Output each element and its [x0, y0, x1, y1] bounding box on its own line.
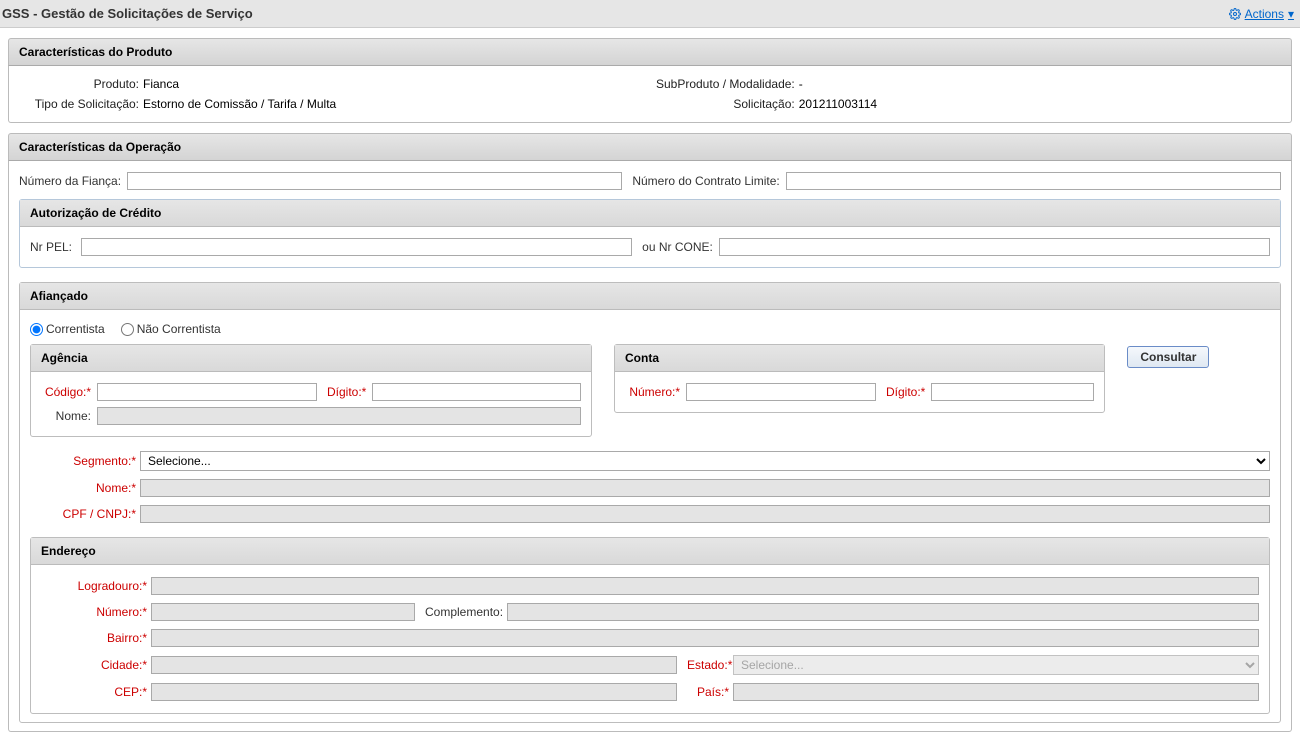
logradouro-label: Logradouro:* — [41, 579, 147, 593]
estado-label: Estado:* — [681, 658, 729, 672]
section-produto-body: Produto: Fianca Tipo de Solicitação: Est… — [8, 66, 1292, 123]
panel-agencia: Agência Código:* Dígito:* Nome: — [30, 344, 592, 437]
produto-label: Produto: — [19, 77, 139, 91]
conta-digito-input[interactable] — [931, 383, 1094, 401]
cep-input — [151, 683, 677, 701]
tipo-label: Tipo de Solicitação: — [19, 97, 139, 111]
segmento-label: Segmento:* — [30, 454, 136, 468]
nrcone-input[interactable] — [719, 238, 1270, 256]
ag-nome-label: Nome: — [41, 409, 91, 423]
subproduto-value: - — [799, 77, 803, 91]
panel-endereco: Endereço Logradouro:* Número:* Complemen… — [30, 537, 1270, 714]
nrpel-input[interactable] — [81, 238, 632, 256]
bairro-input — [151, 629, 1259, 647]
complemento-label: Complemento: — [419, 605, 503, 619]
complemento-input — [507, 603, 1259, 621]
conta-numero-input[interactable] — [686, 383, 876, 401]
end-numero-label: Número:* — [41, 605, 147, 619]
cep-label: CEP:* — [41, 685, 147, 699]
pais-label: País:* — [681, 685, 729, 699]
panel-credito: Autorização de Crédito Nr PEL: ou Nr CON… — [19, 199, 1281, 268]
conta-numero-label: Número:* — [625, 385, 680, 399]
cidade-label: Cidade:* — [41, 658, 147, 672]
panel-conta-header: Conta — [615, 345, 1104, 372]
afian-nome-label: Nome:* — [30, 481, 136, 495]
logradouro-input — [151, 577, 1259, 595]
cpf-input — [140, 505, 1270, 523]
ag-digito-input[interactable] — [372, 383, 581, 401]
subproduto-label: SubProduto / Modalidade: — [625, 77, 795, 91]
num-contrato-label: Número do Contrato Limite: — [632, 174, 779, 188]
panel-conta: Conta Número:* Dígito:* — [614, 344, 1105, 413]
radio-nao-input[interactable] — [121, 323, 134, 336]
section-operacao-header: Características da Operação — [8, 133, 1292, 161]
cpf-label: CPF / CNPJ:* — [30, 507, 136, 521]
correntista-radio-group: Correntista Não Correntista — [30, 318, 221, 344]
gear-icon — [1229, 8, 1241, 20]
produto-value: Fianca — [143, 77, 179, 91]
ag-codigo-label: Código:* — [41, 385, 91, 399]
page-header: GSS - Gestão de Solicitações de Serviço … — [0, 0, 1300, 28]
radio-correntista[interactable]: Correntista — [30, 322, 105, 336]
ag-nome-input — [97, 407, 581, 425]
nrpel-label: Nr PEL: — [30, 240, 75, 254]
chevron-down-icon: ▾ — [1288, 7, 1294, 21]
radio-nao-correntista[interactable]: Não Correntista — [121, 322, 221, 336]
tipo-value: Estorno de Comissão / Tarifa / Multa — [143, 97, 336, 111]
num-fianca-input[interactable] — [127, 172, 622, 190]
radio-correntista-input[interactable] — [30, 323, 43, 336]
estado-select: Selecione... — [733, 655, 1259, 675]
pais-input — [733, 683, 1259, 701]
num-fianca-label: Número da Fiança: — [19, 174, 121, 188]
section-operacao-body: Número da Fiança: Número do Contrato Lim… — [8, 161, 1292, 732]
num-contrato-input[interactable] — [786, 172, 1281, 190]
section-produto-header: Características do Produto — [8, 38, 1292, 66]
panel-afian-header: Afiançado — [20, 283, 1280, 310]
solicitacao-label: Solicitação: — [625, 97, 795, 111]
segmento-select[interactable]: Selecione... — [140, 451, 1270, 471]
afian-nome-input — [140, 479, 1270, 497]
panel-agencia-header: Agência — [31, 345, 591, 372]
actions-label: Actions — [1245, 7, 1284, 21]
consultar-button[interactable]: Consultar — [1127, 346, 1209, 368]
actions-menu[interactable]: Actions ▾ — [1229, 7, 1294, 21]
ag-digito-label: Dígito:* — [327, 385, 366, 399]
ou-label: ou Nr CONE: — [642, 240, 713, 254]
end-numero-input — [151, 603, 415, 621]
ag-codigo-input[interactable] — [97, 383, 317, 401]
solicitacao-value: 201211003114 — [799, 97, 877, 111]
cidade-input — [151, 656, 677, 674]
panel-credito-header: Autorização de Crédito — [20, 200, 1280, 227]
panel-afian: Afiançado Correntista Não Correntista Ag… — [19, 282, 1281, 723]
page-title: GSS - Gestão de Solicitações de Serviço — [2, 6, 253, 21]
bairro-label: Bairro:* — [41, 631, 147, 645]
conta-digito-label: Dígito:* — [886, 385, 925, 399]
panel-endereco-header: Endereço — [31, 538, 1269, 565]
